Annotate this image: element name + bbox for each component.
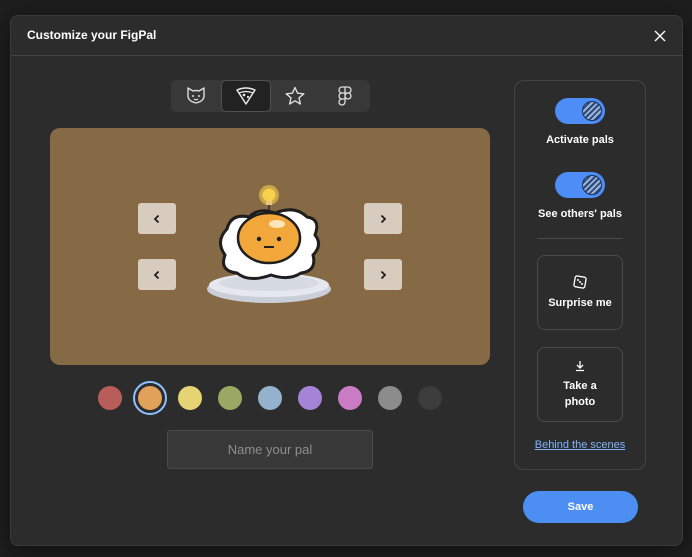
pal-yolk	[236, 211, 302, 265]
activate-pals-toggle-group: Activate pals	[515, 98, 645, 146]
color-swatch[interactable]	[258, 386, 282, 410]
see-others-toggle-group: See others' pals	[515, 172, 645, 220]
behind-the-scenes-link[interactable]: Behind the scenes	[515, 439, 645, 451]
take-photo-label-line2: photo	[564, 395, 596, 408]
surprise-me-button[interactable]: Surprise me	[537, 255, 623, 330]
pal-type-tabs	[171, 80, 370, 112]
tab-star[interactable]	[271, 80, 321, 112]
color-swatch[interactable]	[133, 381, 167, 415]
egg-pal-character	[207, 185, 331, 303]
pizza-icon	[235, 87, 256, 105]
chevron-right-icon	[380, 270, 387, 279]
surprise-me-label: Surprise me	[548, 296, 612, 309]
next-accessory-button[interactable]	[364, 203, 402, 234]
pal-preview-stage	[50, 128, 490, 365]
activate-pals-toggle[interactable]	[555, 98, 605, 124]
figma-icon	[338, 86, 352, 106]
see-others-label: See others' pals	[538, 208, 622, 220]
tab-cat[interactable]	[171, 80, 221, 112]
take-photo-label: Take a photo	[563, 378, 596, 410]
star-icon	[285, 86, 305, 105]
chevron-left-icon	[153, 214, 160, 223]
color-swatch[interactable]	[338, 386, 362, 410]
color-swatch[interactable]	[298, 386, 322, 410]
tab-figma[interactable]	[320, 80, 370, 112]
activate-pals-label: Activate pals	[546, 134, 614, 146]
color-swatch[interactable]	[178, 386, 202, 410]
chevron-left-icon	[153, 270, 160, 279]
pal-name-input[interactable]	[167, 430, 373, 469]
color-swatch[interactable]	[418, 386, 442, 410]
customize-modal: Customize your FigPal Name your pal Acti…	[10, 15, 683, 546]
see-others-toggle[interactable]	[555, 172, 605, 198]
color-swatch[interactable]	[378, 386, 402, 410]
chevron-right-icon	[380, 214, 387, 223]
take-photo-label-line1: Take a	[563, 379, 597, 392]
color-swatches	[96, 381, 452, 415]
close-button[interactable]	[650, 26, 670, 46]
cat-icon	[187, 87, 205, 104]
color-swatch[interactable]	[218, 386, 242, 410]
dice-icon	[573, 274, 587, 289]
panel-divider	[537, 238, 623, 239]
tab-food[interactable]	[220, 80, 271, 112]
prev-body-button[interactable]	[138, 259, 176, 290]
take-photo-button[interactable]: Take a photo	[537, 347, 623, 422]
settings-panel: Activate pals See others' pals Surprise …	[514, 80, 646, 470]
close-icon	[654, 30, 666, 42]
save-button[interactable]: Save	[523, 491, 638, 523]
download-icon	[576, 360, 584, 371]
prev-accessory-button[interactable]	[138, 203, 176, 234]
modal-header: Customize your FigPal	[11, 16, 682, 56]
modal-title: Customize your FigPal	[27, 28, 157, 42]
toggle-knob	[582, 175, 602, 195]
next-body-button[interactable]	[364, 259, 402, 290]
toggle-knob	[582, 101, 602, 121]
color-swatch[interactable]	[98, 386, 122, 410]
